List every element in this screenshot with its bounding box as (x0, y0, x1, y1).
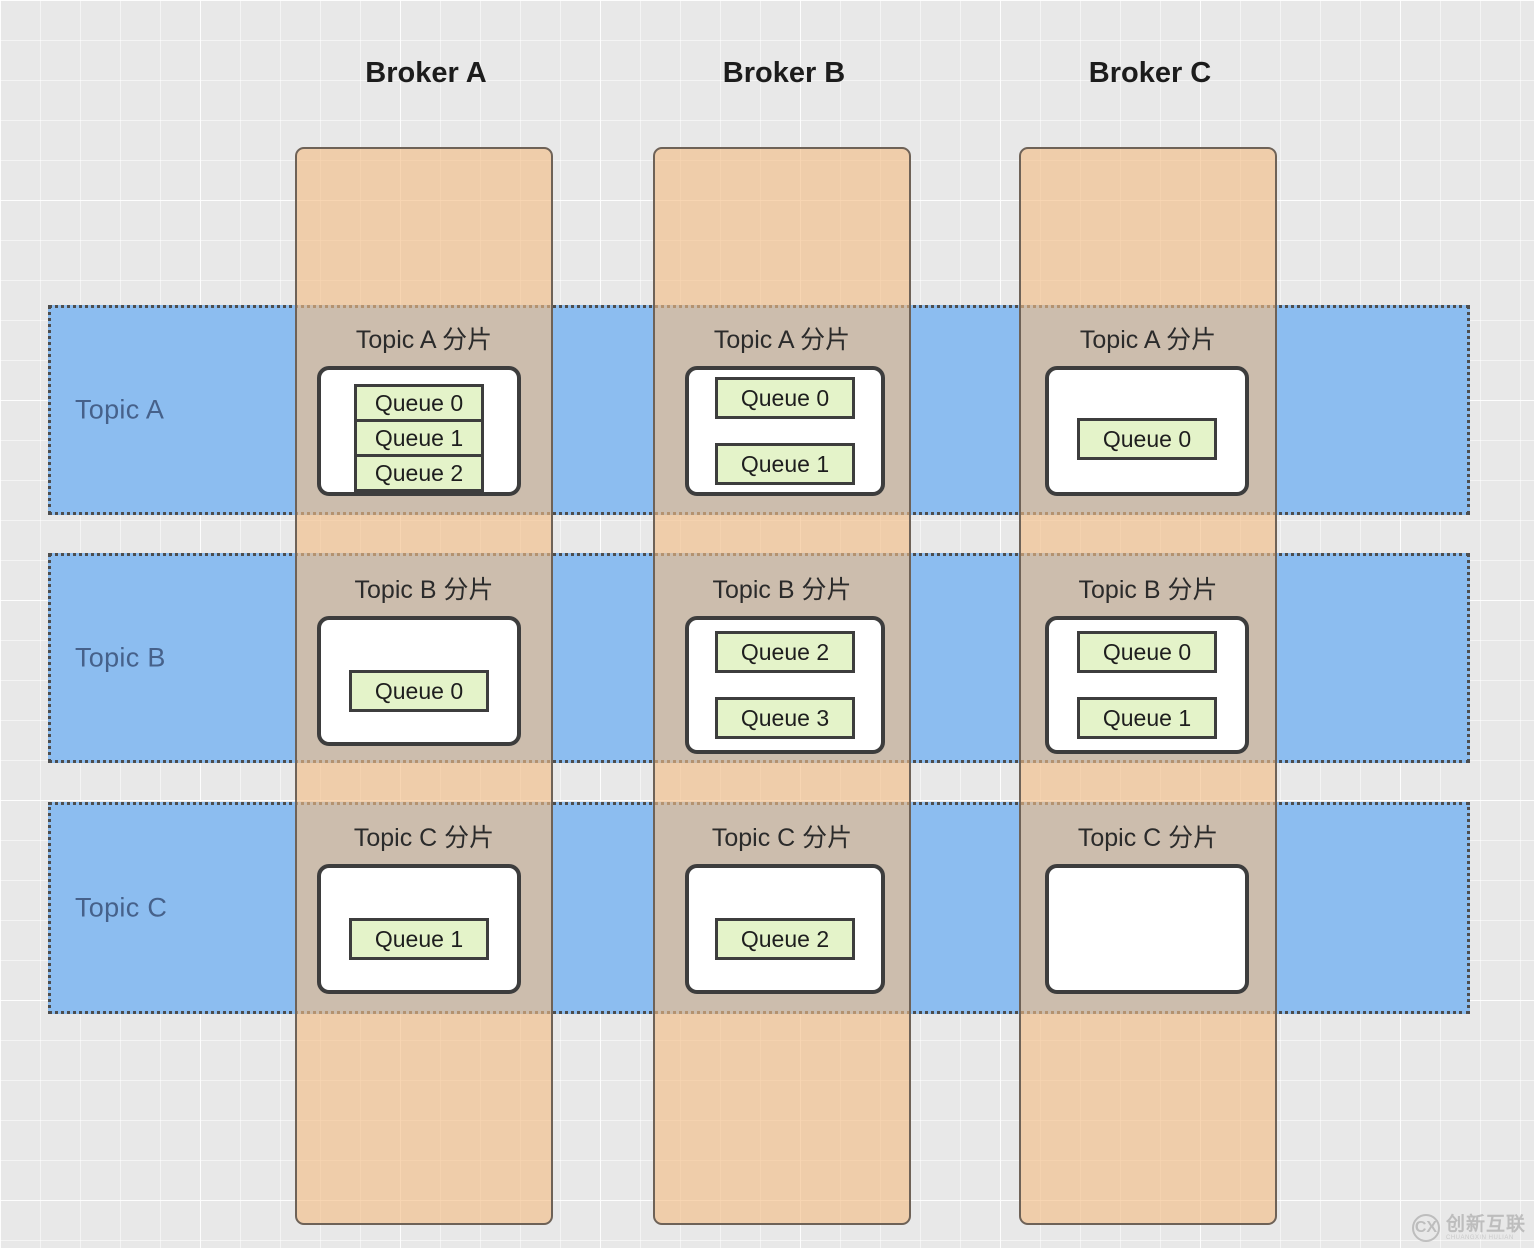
shard-box: Queue 0 Queue 1 (1045, 616, 1249, 754)
queue-box[interactable]: Queue 1 (1077, 697, 1217, 739)
watermark-main-text: 创新互联 (1445, 1213, 1526, 1235)
queue-box[interactable]: Queue 0 (354, 384, 484, 422)
shard-box: Queue 2 Queue 3 (685, 616, 885, 754)
shard-title: Topic B 分片 (1078, 576, 1218, 604)
broker-title-c: Broker C (1088, 57, 1212, 89)
topic-label-c: Topic C (75, 892, 168, 923)
diagram-canvas: Topic A Topic B Topic C Broker A Broker … (0, 0, 1534, 1248)
shard-box (1045, 864, 1249, 994)
shard-title: Topic C 分片 (1077, 824, 1219, 852)
shard-title: Topic C 分片 (711, 824, 853, 852)
watermark-logo-icon: CX (1411, 1214, 1440, 1242)
shard-box: Queue 0 (1045, 366, 1249, 496)
watermark: CX 创新互联 CHUANGXIN HULIAN (1411, 1213, 1526, 1242)
shard-box: Queue 0 Queue 1 Queue 2 (317, 366, 521, 496)
queue-box[interactable]: Queue 2 (354, 454, 484, 492)
watermark-text: 创新互联 CHUANGXIN HULIAN (1445, 1213, 1526, 1241)
shard-box: Queue 1 (317, 864, 521, 994)
watermark-sub-text: CHUANGXIN HULIAN (1445, 1234, 1514, 1241)
shard-title: Topic A 分片 (1079, 326, 1217, 354)
queue-box[interactable]: Queue 1 (354, 419, 484, 457)
queue-box[interactable]: Queue 0 (1077, 631, 1217, 673)
queue-box[interactable]: Queue 1 (349, 918, 489, 960)
topic-label-b: Topic B (75, 642, 166, 673)
shard-title: Topic C 分片 (353, 824, 495, 852)
shard-title: Topic A 分片 (355, 326, 493, 354)
queue-box[interactable]: Queue 3 (715, 697, 855, 739)
shard-title: Topic A 分片 (713, 326, 851, 354)
topic-label-a: Topic A (75, 394, 165, 425)
broker-title-b: Broker B (722, 57, 846, 89)
queue-box[interactable]: Queue 1 (715, 443, 855, 485)
queue-box[interactable]: Queue 2 (715, 918, 855, 960)
queue-box[interactable]: Queue 0 (349, 670, 489, 712)
shard-title: Topic B 分片 (354, 576, 494, 604)
broker-title-a: Broker A (365, 57, 487, 89)
shard-box: Queue 0 (317, 616, 521, 746)
shard-title: Topic B 分片 (712, 576, 852, 604)
shard-box: Queue 0 Queue 1 (685, 366, 885, 496)
queue-box[interactable]: Queue 2 (715, 631, 855, 673)
queue-box[interactable]: Queue 0 (715, 377, 855, 419)
shard-box: Queue 2 (685, 864, 885, 994)
queue-box[interactable]: Queue 0 (1077, 418, 1217, 460)
